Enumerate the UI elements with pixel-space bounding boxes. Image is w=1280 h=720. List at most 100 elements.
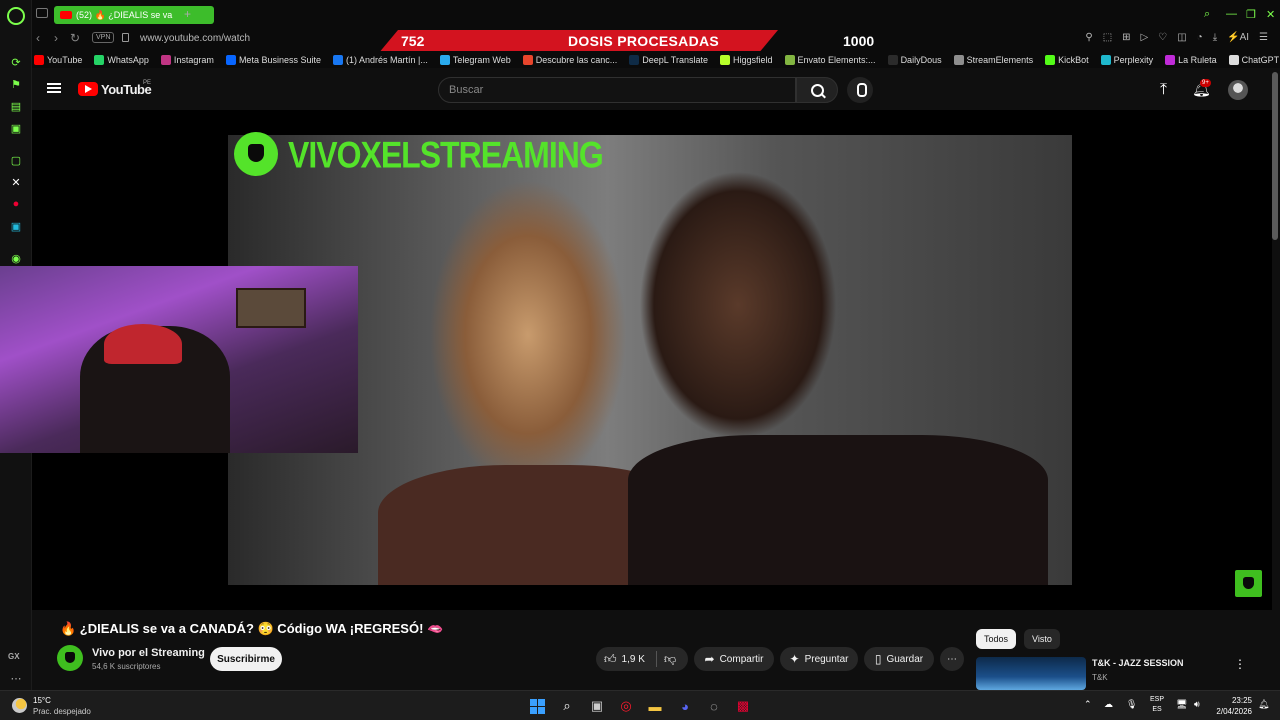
opera-logo-icon[interactable] [7, 7, 25, 25]
gx-corner-icon[interactable]: ▤ [8, 98, 24, 114]
onedrive-icon[interactable]: ☁ [1104, 699, 1113, 710]
bookmark-item[interactable]: Telegram Web [439, 54, 511, 65]
tab-islands-icon[interactable] [36, 8, 48, 18]
bookmark-item[interactable]: Perplexity [1100, 54, 1153, 65]
create-upload-icon[interactable]: ⤒ [1160, 81, 1167, 99]
more-menu-icon[interactable]: ⋯ [8, 670, 24, 686]
ask-button[interactable]: ✦ Preguntar [780, 647, 858, 671]
x-twitter-icon[interactable]: ✕ [8, 174, 24, 190]
restore-icon[interactable]: ❐ [1246, 8, 1256, 21]
bookmark-item[interactable]: Instagram [160, 54, 214, 65]
close-icon[interactable]: ✕ [1266, 8, 1275, 21]
windows-start-icon[interactable] [528, 697, 546, 715]
play-icon[interactable]: ▷ [1141, 32, 1149, 43]
bookmark-favicon-icon [953, 54, 964, 65]
app-icon-red[interactable]: ▩ [734, 697, 752, 715]
chip-visto[interactable]: Visto [1024, 629, 1060, 649]
bookmark-item[interactable]: ChatGPT [1228, 54, 1279, 65]
save-button[interactable]: ▯ Guardar [864, 647, 934, 671]
reload-button[interactable]: ↻ [70, 31, 80, 45]
recommendation-title[interactable]: T&K - JAZZ SESSION [1092, 658, 1184, 668]
bookmark-item[interactable]: Descubre las canc... [522, 54, 617, 65]
banner-center-text: DOSIS PROCESADAS [568, 33, 720, 49]
bookmark-favicon-icon [887, 54, 898, 65]
bookmark-item[interactable]: KickBot [1045, 54, 1089, 65]
bookmark-item[interactable]: La Ruleta [1165, 54, 1217, 65]
extensions-icon[interactable]: ⊞ [1122, 32, 1130, 43]
forward-button[interactable]: › [54, 31, 58, 45]
banner-right-value: 1000 [843, 33, 875, 49]
easy-setup-icon[interactable]: ☰ [1259, 32, 1268, 43]
task-view-icon[interactable]: ▣ [588, 697, 606, 715]
minimize-icon[interactable]: — [1226, 8, 1237, 20]
box-icon[interactable]: ◫ [1177, 32, 1186, 43]
voice-search-icon[interactable] [847, 77, 873, 103]
notification-center-icon[interactable]: 🔔︎ [1258, 699, 1269, 710]
youtube-logo-icon[interactable] [78, 82, 98, 96]
pin-icon[interactable]: ⚲ [1085, 32, 1092, 43]
lock-icon[interactable] [122, 33, 129, 42]
player-icon[interactable]: ◉ [8, 250, 24, 266]
gx-control-icon[interactable]: ⚑ [8, 76, 24, 92]
hamburger-menu-icon[interactable] [47, 83, 61, 93]
search-tabs-icon[interactable]: ⌕ [1204, 8, 1210, 21]
twitch-icon[interactable]: ▢ [8, 152, 24, 168]
messenger-icon[interactable]: ▣ [8, 120, 24, 136]
bookmark-item[interactable]: WhatsApp [94, 54, 149, 65]
screenshot-icon[interactable]: ⬚ [1103, 32, 1112, 43]
gx-label: GX [8, 652, 20, 661]
download-icon[interactable]: ⤓ [1213, 32, 1217, 43]
more-actions-button[interactable]: ⋯ [940, 647, 964, 671]
like-button[interactable]: 👍︎ 1,9 K [604, 652, 645, 667]
recommendation-thumbnail[interactable] [976, 657, 1086, 690]
chip-todos[interactable]: Todos [976, 629, 1017, 649]
bookmark-item[interactable]: StreamElements [953, 54, 1033, 65]
opera-gx-taskbar-icon[interactable]: ◎ [617, 697, 635, 715]
search-icon[interactable]: ⌕ [558, 697, 576, 715]
refresh-circle-icon[interactable]: ⟳ [8, 54, 24, 70]
share-button[interactable]: ➦ Compartir [694, 647, 774, 671]
bookmark-item[interactable]: Envato Elements:... [784, 54, 876, 65]
file-explorer-icon[interactable]: ▬ [646, 697, 664, 715]
profile-icon[interactable]: ◔ [1197, 32, 1203, 43]
channel-name[interactable]: Vivo por el Streaming [92, 647, 205, 659]
vpn-badge[interactable]: VPN [92, 32, 115, 43]
music-icon[interactable]: ● [8, 196, 24, 212]
back-button[interactable]: ‹ [36, 31, 40, 45]
discord-icon[interactable]: ◕ [676, 697, 694, 715]
volume-icon[interactable]: 🔊︎ [1194, 699, 1200, 710]
weather-temperature[interactable]: 15°C [33, 696, 51, 705]
bookmark-item[interactable]: YouTube [34, 54, 82, 65]
search-input[interactable]: Buscar [438, 77, 796, 103]
filter-chips: Todos Visto [976, 629, 1060, 649]
channel-avatar[interactable] [57, 645, 83, 671]
system-clock[interactable]: 23:25 2/04/2026 [1214, 695, 1252, 717]
ai-icon[interactable]: ⚡AI [1227, 32, 1249, 43]
tray-overflow-icon[interactable]: ⌃ [1084, 699, 1092, 710]
recommendation-menu-icon[interactable]: ⋮ [1234, 657, 1246, 671]
user-avatar[interactable] [1228, 80, 1248, 100]
bookmark-favicon-icon [332, 54, 343, 65]
red-cap [104, 324, 182, 364]
network-icon[interactable]: 🖥︎ [1176, 699, 1187, 710]
recommendation-channel[interactable]: T&K [1092, 673, 1108, 682]
weather-icon[interactable] [12, 698, 27, 713]
app-icon-circle[interactable]: ◌ [705, 697, 723, 715]
bookmark-item[interactable]: (1) Andrés Martín |... [332, 54, 428, 65]
telegram-icon[interactable]: ▣ [8, 218, 24, 234]
weather-description[interactable]: Prac. despejado [33, 707, 91, 716]
search-button[interactable] [796, 77, 838, 103]
page-scrollbar[interactable] [1272, 72, 1278, 240]
language-indicator[interactable]: ESP ES [1150, 695, 1164, 715]
url-field[interactable]: www.youtube.com/watch [140, 33, 250, 44]
subscribe-button[interactable]: Suscribirme [210, 647, 282, 671]
channel-watermark-icon[interactable] [1235, 570, 1262, 597]
microphone-tray-icon[interactable]: 🎙︎ [1126, 699, 1137, 710]
heart-icon[interactable]: ♡ [1158, 32, 1167, 43]
thumbs-down-icon[interactable]: 👎︎ [664, 652, 676, 667]
bookmark-item[interactable]: DailyDous [887, 54, 942, 65]
bookmark-item[interactable]: Higgsfield [719, 54, 773, 65]
new-tab-button[interactable]: + [184, 7, 191, 21]
bookmark-item[interactable]: DeepL Translate [629, 54, 708, 65]
bookmark-item[interactable]: Meta Business Suite [225, 54, 321, 65]
